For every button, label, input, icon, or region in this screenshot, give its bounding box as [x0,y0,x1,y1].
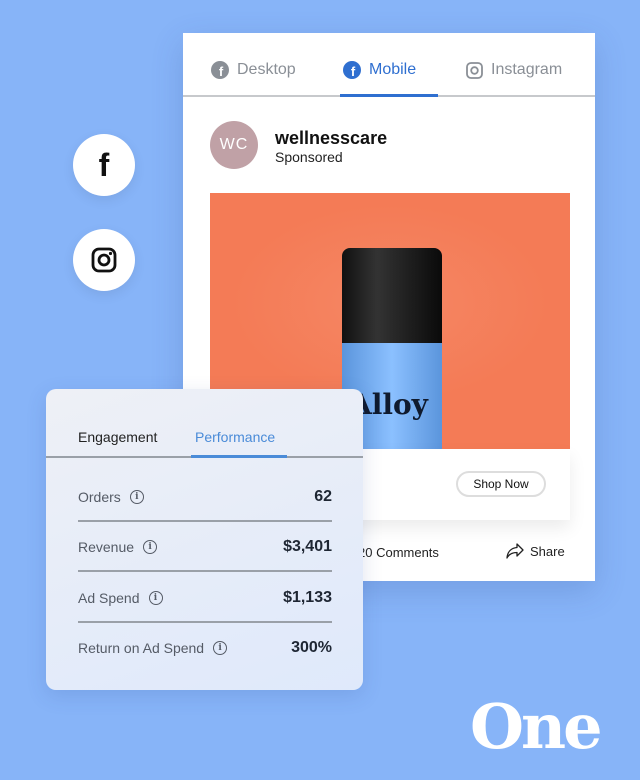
svg-text:f: f [219,64,224,79]
active-tab-indicator [340,94,438,97]
instagram-icon [91,247,117,273]
facebook-button[interactable]: f [73,134,135,196]
facebook-icon: f [211,61,229,79]
metric-label: Revenue [78,539,135,555]
metric-label: Ad Spend [78,590,140,606]
one-logo: One [470,690,603,763]
active-tab-indicator [191,455,287,458]
metric-row-ad-spend: Ad Spend i $1,133 [78,573,332,623]
tab-instagram[interactable]: Instagram [466,61,562,79]
info-icon[interactable]: i [213,641,228,655]
metrics-panel: Engagement Performance Orders i 62 Revenu… [46,389,363,690]
instagram-icon [466,61,483,79]
avatar: WC [210,121,258,169]
info-icon[interactable]: i [148,591,163,605]
tab-desktop[interactable]: f Desktop [211,61,296,79]
metric-value: 62 [314,488,332,505]
instagram-button[interactable] [73,229,135,291]
info-icon[interactable]: i [129,490,144,504]
comments-link[interactable]: 20 Comments [358,545,439,560]
facebook-icon: f [343,61,361,79]
share-icon [506,543,524,559]
account-name[interactable]: wellnesscare [275,128,387,149]
sponsored-label: Sponsored [275,149,343,165]
preview-tabs: f Desktop f Mobile Instagram [183,33,595,97]
svg-text:f: f [351,64,356,79]
facebook-icon: f [98,146,110,183]
tab-engagement[interactable]: Engagement [78,429,157,445]
metric-row-revenue: Revenue i $3,401 [78,522,332,572]
share-button[interactable]: Share [506,543,565,559]
metric-label: Return on Ad Spend [78,640,205,656]
metric-value: 300% [291,639,332,656]
metric-value: $3,401 [283,538,332,555]
metric-row-orders: Orders i 62 [78,472,332,522]
info-icon[interactable]: i [143,540,158,554]
metric-label: Orders [78,489,121,505]
row-divider [78,570,332,572]
tab-performance[interactable]: Performance [195,429,275,445]
tab-mobile[interactable]: f Mobile [343,61,416,79]
metric-value: $1,133 [283,589,332,606]
metric-row-roas: Return on Ad Spend i 300% [78,623,332,673]
shop-now-button[interactable]: Shop Now [456,471,546,497]
